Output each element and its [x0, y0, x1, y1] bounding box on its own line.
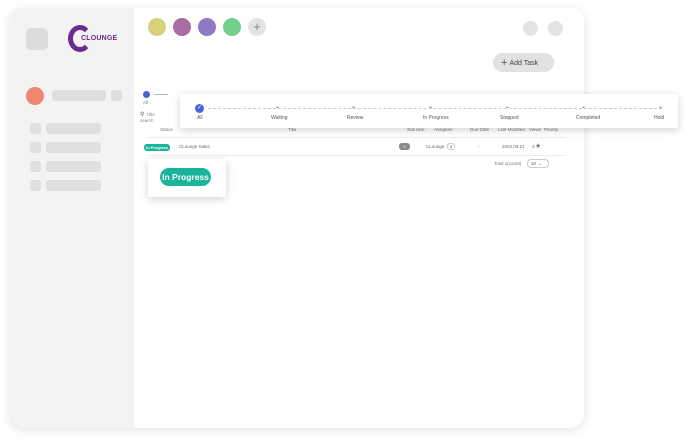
chevron-down-icon: ⌄	[428, 104, 434, 110]
color-dot-green[interactable]	[223, 18, 241, 36]
sidebar-item-label	[46, 123, 101, 134]
subtask-count: 4	[399, 143, 410, 150]
add-task-button[interactable]: + Add Task	[493, 53, 554, 72]
sidebar-item-label	[46, 142, 101, 153]
chevron-down-icon: ⌄	[505, 104, 511, 110]
menu-toggle-button[interactable]	[26, 28, 48, 50]
user-avatar[interactable]	[26, 87, 44, 105]
check-icon[interactable]	[143, 91, 150, 98]
chevron-down-icon: ⌄	[351, 104, 357, 110]
sidebar-item-icon	[30, 161, 41, 172]
color-dot-yellow[interactable]	[148, 18, 166, 36]
sidebar-item-icon	[30, 180, 41, 191]
status-stepper: ✓ All ⌄ Waiting ⌄ Review ⌄ In Progress ⌄…	[180, 94, 678, 128]
logo-text: CLOUNGE	[80, 35, 119, 42]
chevron-down-icon: ⌄	[581, 104, 587, 110]
plus-icon: +	[501, 57, 508, 69]
step-stopped[interactable]: Stopped	[500, 115, 519, 121]
add-task-label: Add Task	[509, 60, 539, 67]
col-header-status: Status	[160, 127, 173, 132]
page-size-select[interactable]: 10 ⌄	[527, 159, 549, 168]
step-review[interactable]: Review	[347, 115, 363, 121]
chevron-down-icon: ⌄	[275, 104, 281, 110]
page-size-value: 10	[531, 161, 537, 166]
chevron-down-icon: ⌄	[658, 104, 664, 110]
due-date: -	[478, 144, 480, 149]
in-progress-badge: In Progress	[160, 168, 211, 186]
sidebar: CLOUNGE	[10, 8, 134, 428]
step-connector	[154, 94, 168, 95]
title-search-input[interactable]: ⚲ Title search	[140, 111, 155, 123]
sidebar-item-label	[46, 180, 101, 191]
add-color-icon[interactable]: +	[248, 18, 266, 36]
step-in-progress[interactable]: In Progress	[423, 115, 449, 121]
task-title[interactable]: CLounge Sales	[179, 144, 210, 149]
color-dot-magenta[interactable]	[173, 18, 191, 36]
total-count: Total 1(count)	[494, 161, 522, 166]
step-hold[interactable]: Hold	[654, 115, 664, 121]
row-divider	[146, 155, 566, 156]
user-name-placeholder	[52, 90, 106, 101]
header-action-button[interactable]	[548, 21, 563, 36]
header-action-button[interactable]	[523, 21, 538, 36]
step-completed[interactable]: Completed	[576, 115, 600, 121]
header-divider	[146, 137, 566, 138]
check-icon[interactable]: ✓	[195, 104, 204, 113]
sidebar-item-icon	[30, 123, 41, 134]
assignee-name: CLounge	[426, 144, 445, 149]
priority-star-icon[interactable]: ★	[535, 142, 541, 150]
status-badge: In Progress	[144, 144, 171, 151]
color-dot-purple[interactable]	[198, 18, 216, 36]
status-callout: In Progress	[148, 159, 226, 197]
sidebar-item-icon	[30, 142, 41, 153]
user-menu-button[interactable]	[111, 90, 122, 101]
chevron-down-icon: ⌄	[538, 161, 542, 166]
step-all[interactable]: All	[197, 115, 203, 121]
last-modified: 2023.03.21	[502, 144, 525, 149]
filter-all-label: All	[143, 100, 149, 105]
assignee-count: 3	[447, 143, 456, 150]
step-waiting[interactable]: Waiting	[271, 115, 288, 121]
sidebar-item-label	[46, 161, 101, 172]
brand-logo: CLOUNGE	[68, 25, 124, 55]
